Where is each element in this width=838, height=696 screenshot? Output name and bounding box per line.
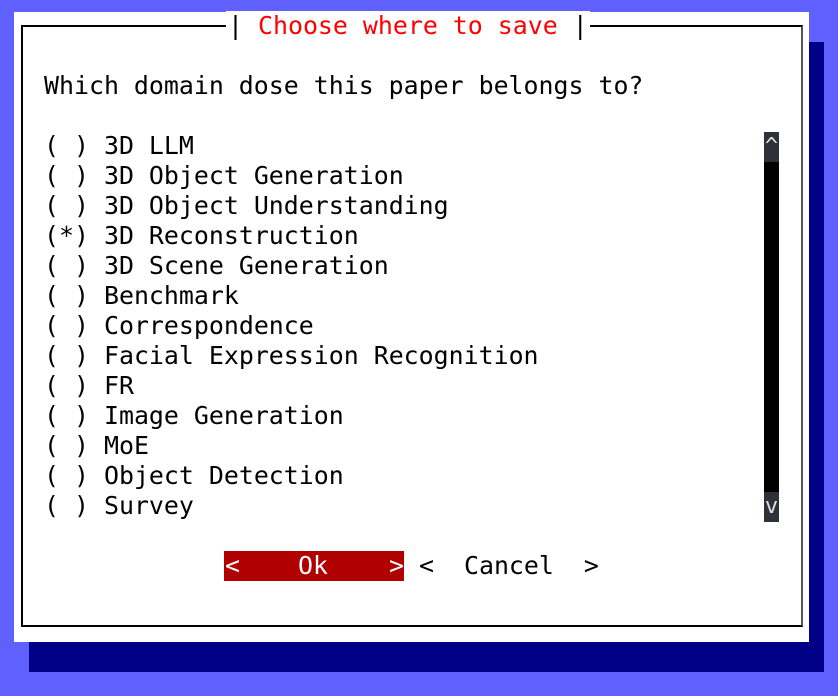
- radio-option[interactable]: ( ) Correspondence: [44, 311, 314, 341]
- radio-marker[interactable]: ( ): [44, 461, 89, 490]
- radio-label: Image Generation: [103, 401, 344, 430]
- radio-label: 3D Object Generation: [103, 161, 404, 190]
- radio-label: MoE: [103, 431, 149, 460]
- radio-option[interactable]: (*) 3D Reconstruction: [44, 221, 359, 251]
- radio-marker[interactable]: (*): [44, 221, 89, 250]
- scroll-up-arrow[interactable]: ^: [764, 132, 779, 162]
- radio-label: Object Detection: [103, 461, 344, 490]
- radio-label: FR: [103, 371, 134, 400]
- cancel-button[interactable]: < Cancel >: [419, 551, 599, 581]
- cancel-label: Cancel: [463, 551, 554, 580]
- ok-label: Ok: [298, 551, 328, 580]
- radio-marker[interactable]: ( ): [44, 431, 89, 460]
- radio-marker[interactable]: ( ): [44, 131, 89, 160]
- radio-label: 3D Object Understanding: [103, 191, 449, 220]
- dialog-shadow: [809, 42, 824, 672]
- radio-label: 3D Scene Generation: [103, 251, 389, 280]
- radio-option[interactable]: ( ) MoE: [44, 431, 149, 461]
- radio-option[interactable]: ( ) 3D Object Generation: [44, 161, 404, 191]
- radio-option[interactable]: ( ) 3D Scene Generation: [44, 251, 389, 281]
- scroll-down-arrow[interactable]: v: [764, 492, 779, 522]
- radio-marker[interactable]: ( ): [44, 371, 89, 400]
- radio-option[interactable]: ( ) Benchmark: [44, 281, 239, 311]
- dialog-shadow-bottom: [29, 642, 824, 672]
- radio-option[interactable]: ( ) 3D Object Understanding: [44, 191, 449, 221]
- dialog-title-text: Choose where to save: [257, 11, 558, 40]
- radio-marker[interactable]: ( ): [44, 491, 89, 520]
- radio-label: Facial Expression Recognition: [103, 341, 539, 370]
- radio-label: 3D LLM: [103, 131, 194, 160]
- radio-label: Survey: [103, 491, 194, 520]
- radio-marker[interactable]: ( ): [44, 191, 89, 220]
- scrollbar[interactable]: ^ v: [764, 132, 779, 522]
- radio-option[interactable]: ( ) Facial Expression Recognition: [44, 341, 539, 371]
- radio-marker[interactable]: ( ): [44, 311, 89, 340]
- radio-label: Correspondence: [103, 311, 314, 340]
- radio-marker[interactable]: ( ): [44, 401, 89, 430]
- dialog-title: | Choose where to save |: [226, 11, 590, 41]
- prompt-text: Which domain dose this paper belongs to?: [44, 71, 644, 100]
- radio-label: 3D Reconstruction: [103, 221, 359, 250]
- radio-option[interactable]: ( ) FR: [44, 371, 134, 401]
- radio-marker[interactable]: ( ): [44, 161, 89, 190]
- radio-option[interactable]: ( ) Image Generation: [44, 401, 344, 431]
- ok-button[interactable]: < Ok >: [224, 551, 404, 581]
- radio-option[interactable]: ( ) 3D LLM: [44, 131, 194, 161]
- radio-option[interactable]: ( ) Survey: [44, 491, 194, 521]
- radio-marker[interactable]: ( ): [44, 281, 89, 310]
- radio-option[interactable]: ( ) Object Detection: [44, 461, 344, 491]
- radio-marker[interactable]: ( ): [44, 251, 89, 280]
- radio-label: Benchmark: [103, 281, 239, 310]
- radio-marker[interactable]: ( ): [44, 341, 89, 370]
